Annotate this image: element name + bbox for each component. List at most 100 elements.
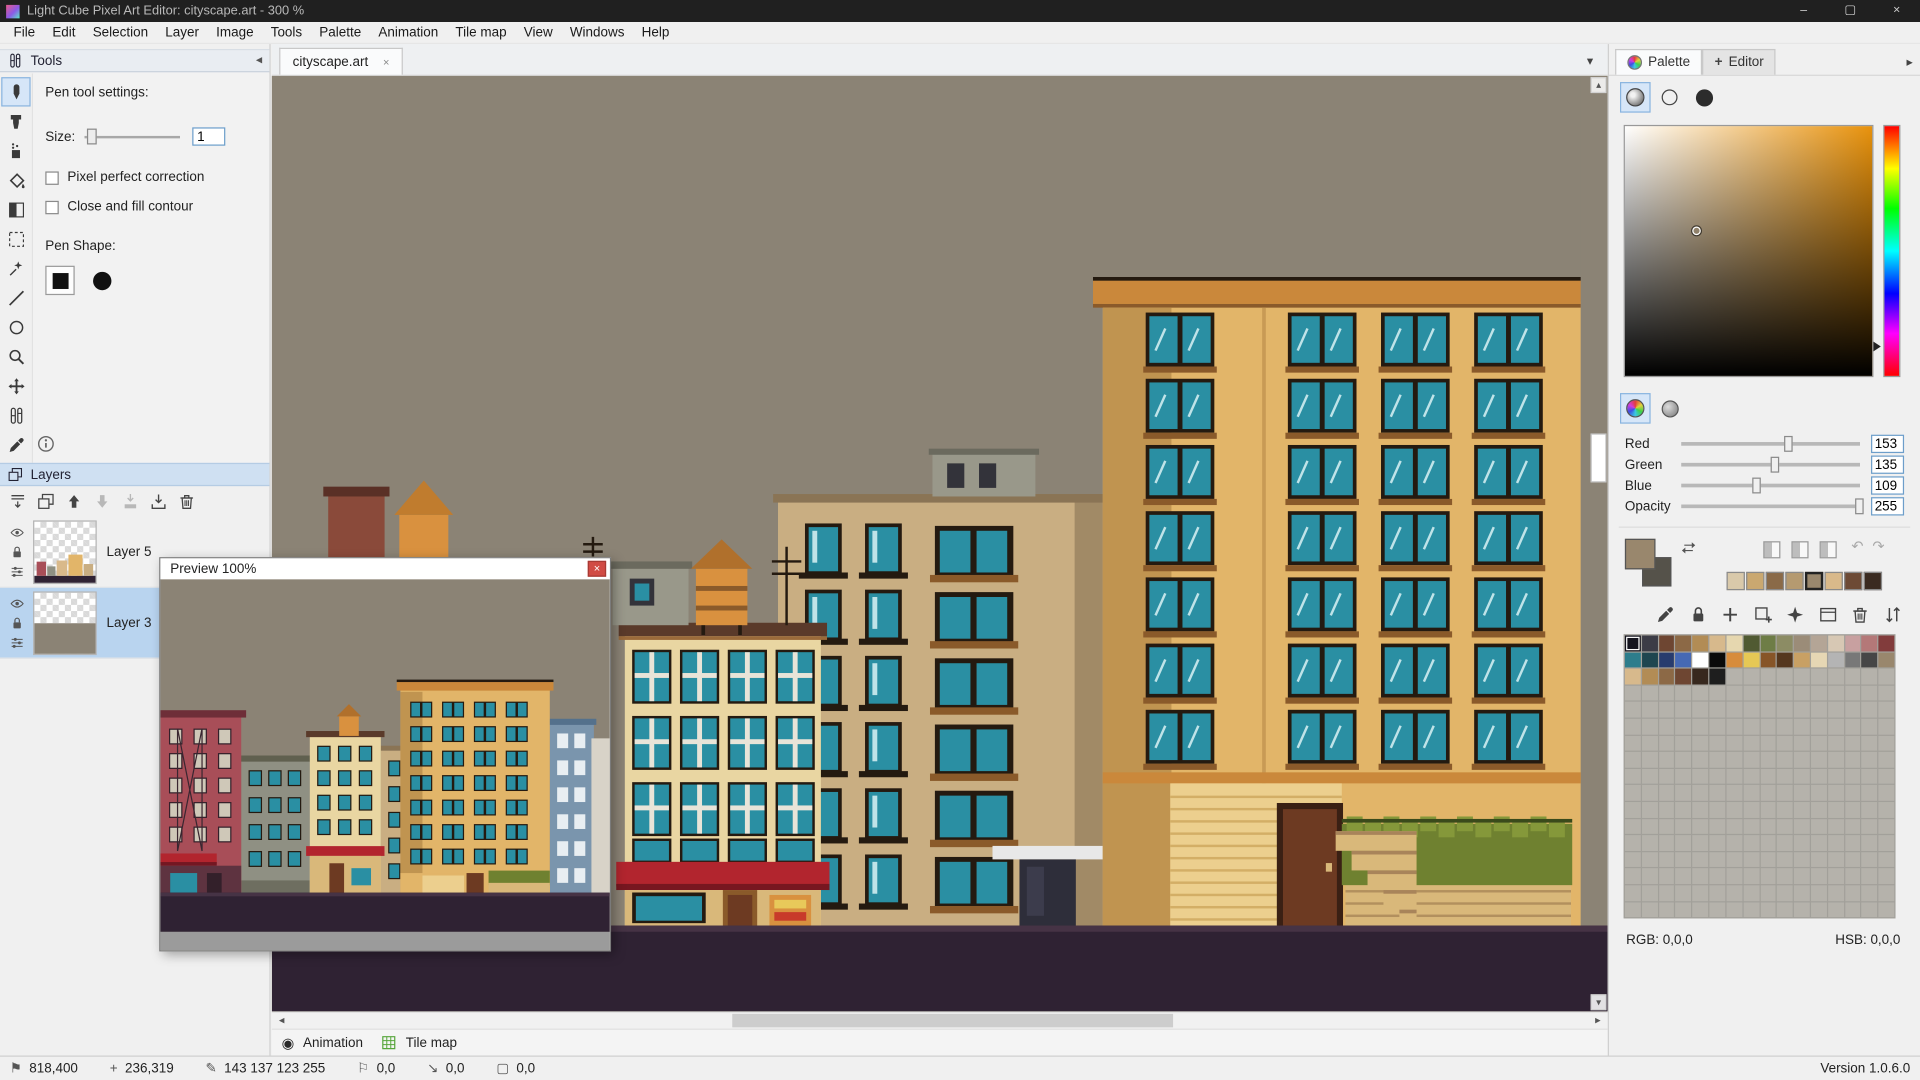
palette-cell[interactable] [1879,885,1895,900]
recent-color-swatch[interactable] [1766,572,1784,590]
ellipse-tool-button[interactable] [2,313,29,340]
palette-cell[interactable] [1659,885,1675,900]
palette-cell[interactable] [1709,819,1725,834]
menu-edit[interactable]: Edit [44,25,84,40]
palette-cell[interactable] [1743,852,1759,867]
palette-cell[interactable] [1642,785,1658,800]
preview-window[interactable]: Preview 100% × [159,557,611,951]
palette-cell[interactable] [1845,869,1861,884]
palette-cell[interactable] [1743,685,1759,700]
palette-cell[interactable] [1726,669,1742,684]
palette-cell[interactable] [1828,702,1844,717]
layer-lock-icon[interactable] [10,544,25,559]
palette-cell[interactable] [1845,852,1861,867]
palette-cell[interactable] [1862,802,1878,817]
preview-close-button[interactable]: × [588,561,606,577]
palette-cell[interactable] [1726,852,1742,867]
palette-cell[interactable] [1811,735,1827,750]
gradient-tool-button[interactable] [2,196,29,223]
palette-cell[interactable] [1862,685,1878,700]
palette-cell[interactable] [1642,852,1658,867]
palette-cell[interactable] [1845,652,1861,667]
palette-cell[interactable] [1777,785,1793,800]
recent-color-swatch[interactable] [1727,572,1745,590]
palette-cell[interactable] [1845,702,1861,717]
tab-close-icon[interactable]: × [383,56,389,68]
palette-cell[interactable] [1811,802,1827,817]
vscroll-thumb[interactable] [1591,433,1607,482]
palette-cell[interactable] [1879,702,1895,717]
palette-cell[interactable] [1642,702,1658,717]
palette-cell[interactable] [1693,802,1709,817]
palette-cell[interactable] [1845,685,1861,700]
palette-cell[interactable] [1642,719,1658,734]
palette-cell[interactable] [1625,902,1641,917]
line-tool-button[interactable] [2,284,29,311]
palette-cell[interactable] [1794,636,1810,651]
palette-cell[interactable] [1625,685,1641,700]
size-slider[interactable] [84,129,180,145]
palette-cell[interactable] [1676,669,1692,684]
palette-cell[interactable] [1625,702,1641,717]
palette-cell[interactable] [1828,669,1844,684]
palette-cell[interactable] [1743,636,1759,651]
palette-cell[interactable] [1625,719,1641,734]
trash-palette-button[interactable] [1851,605,1871,625]
palette-cell[interactable] [1709,869,1725,884]
star-palette-button[interactable] [1786,605,1806,625]
palette-cell[interactable] [1693,685,1709,700]
palette-cell[interactable] [1625,869,1641,884]
recent-color-swatch[interactable] [1844,572,1862,590]
palette-cell[interactable] [1642,835,1658,850]
palette-cell[interactable] [1726,835,1742,850]
recent-color-swatch[interactable] [1864,572,1882,590]
palette-cell[interactable] [1811,885,1827,900]
palette-cell[interactable] [1659,735,1675,750]
menu-palette[interactable]: Palette [311,25,370,40]
palette-cell[interactable] [1862,785,1878,800]
palette-cell[interactable] [1693,652,1709,667]
palette-cell[interactable] [1828,802,1844,817]
palette-cell[interactable] [1659,752,1675,767]
vscroll-up-button[interactable]: ▴ [1591,77,1607,93]
dropper-tool-button[interactable] [2,431,29,458]
palette-cell[interactable] [1659,835,1675,850]
palette-cell[interactable] [1760,885,1776,900]
wand-tool-button[interactable] [2,255,29,282]
palette-cell[interactable] [1879,819,1895,834]
palette-cell[interactable] [1811,636,1827,651]
palette-cell[interactable] [1709,719,1725,734]
palette-cell[interactable] [1676,752,1692,767]
palette-cell[interactable] [1845,769,1861,784]
palette-cell[interactable] [1828,819,1844,834]
scroll-right-button[interactable]: ▸ [1588,1013,1608,1029]
palette-cell[interactable] [1845,719,1861,734]
tools-panel-header[interactable]: Tools ◂ [0,49,269,72]
circle-pen-shape-button[interactable] [87,266,116,295]
palette-cell[interactable] [1760,769,1776,784]
palette-cell[interactable] [1726,769,1742,784]
split-view-toggle[interactable] [1820,541,1837,558]
layer-visibility-icon[interactable] [10,596,25,611]
save-layer-button[interactable] [149,492,167,510]
layer-thumbnail[interactable] [33,520,97,584]
palette-cell[interactable] [1642,685,1658,700]
palette-cell[interactable] [1811,702,1827,717]
palette-cell[interactable] [1879,802,1895,817]
layer-settings-icon[interactable] [10,635,25,650]
palette-cell[interactable] [1862,902,1878,917]
shading-mode-button[interactable] [1621,83,1649,111]
palette-cell[interactable] [1676,702,1692,717]
palette-cell[interactable] [1794,769,1810,784]
palette-cell[interactable] [1676,819,1692,834]
palette-cell[interactable] [1709,835,1725,850]
palette-cell[interactable] [1811,752,1827,767]
opacity-value-input[interactable] [1871,497,1904,515]
palette-cell[interactable] [1794,702,1810,717]
palette-cell[interactable] [1743,802,1759,817]
palette-cell[interactable] [1676,902,1692,917]
palette-cell[interactable] [1794,669,1810,684]
palette-cell[interactable] [1794,802,1810,817]
palette-cell[interactable] [1676,769,1692,784]
palette-cell[interactable] [1625,636,1641,651]
